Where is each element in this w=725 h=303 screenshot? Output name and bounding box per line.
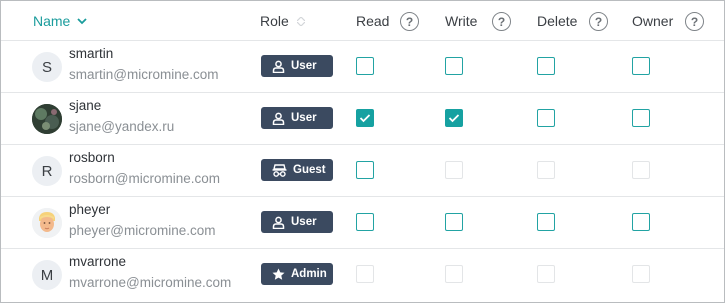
read-checkbox[interactable] — [356, 213, 374, 231]
owner-checkbox[interactable] — [632, 109, 650, 127]
write-help-icon[interactable]: ? — [492, 12, 511, 31]
role-badge[interactable]: Admin — [261, 263, 333, 285]
username: smartin — [69, 46, 114, 61]
user-email: smartin@micromine.com — [69, 67, 219, 82]
column-header-read: Read — [356, 13, 389, 29]
role-badge[interactable]: User — [261, 55, 333, 77]
avatar: M — [32, 260, 62, 290]
checkmark-icon — [359, 114, 371, 123]
column-read-label: Read — [356, 13, 390, 29]
username: rosborn — [69, 150, 115, 165]
user-email: pheyer@micromine.com — [69, 223, 216, 238]
person-icon — [272, 216, 285, 229]
avatar: R — [32, 156, 62, 186]
read-checkbox[interactable] — [356, 161, 374, 179]
read-checkbox — [356, 265, 374, 283]
avatar: S — [32, 52, 62, 82]
role-label: User — [291, 216, 317, 228]
user-email: rosborn@micromine.com — [69, 171, 220, 186]
column-header-name[interactable]: Name — [33, 13, 87, 29]
column-write-label: Write — [445, 13, 478, 29]
permissions-table: Name Role Read ? Write ? Delete ? Owner … — [0, 0, 725, 303]
column-delete-label: Delete — [537, 13, 578, 29]
write-checkbox[interactable] — [445, 109, 463, 127]
role-badge[interactable]: User — [261, 107, 333, 129]
table-row: sjane sjane@yandex.ru User — [1, 93, 724, 145]
owner-help-icon[interactable]: ? — [685, 12, 704, 31]
table-header: Name Role Read ? Write ? Delete ? Owner … — [1, 1, 724, 41]
write-checkbox[interactable] — [445, 57, 463, 75]
owner-checkbox — [632, 161, 650, 179]
role-label: Guest — [293, 164, 326, 176]
column-header-delete: Delete — [537, 13, 577, 29]
write-checkbox — [445, 265, 463, 283]
user-email: sjane@yandex.ru — [69, 119, 175, 134]
username: sjane — [69, 98, 102, 113]
column-owner-label: Owner — [632, 13, 674, 29]
role-label: User — [291, 112, 317, 124]
table-row: M mvarrone mvarrone@micromine.com Admin — [1, 249, 724, 301]
delete-checkbox — [537, 161, 555, 179]
role-badge[interactable]: User — [261, 211, 333, 233]
delete-checkbox[interactable] — [537, 57, 555, 75]
delete-checkbox[interactable] — [537, 213, 555, 231]
role-badge[interactable]: Guest — [261, 159, 333, 181]
sort-unsorted-icon — [296, 16, 305, 26]
column-role-label: Role — [260, 13, 289, 29]
table-row: S smartin smartin@micromine.com User — [1, 41, 724, 93]
table-row: pheyer pheyer@micromine.com User — [1, 197, 724, 249]
avatar — [32, 208, 62, 238]
user-email: mvarrone@micromine.com — [69, 275, 232, 290]
sort-descending-icon — [77, 18, 87, 25]
column-header-write: Write — [445, 13, 477, 29]
write-checkbox — [445, 161, 463, 179]
incognito-icon — [272, 163, 287, 177]
person-icon — [272, 112, 285, 125]
column-name-label: Name — [33, 13, 71, 29]
avatar — [32, 104, 62, 134]
role-label: User — [291, 60, 317, 72]
owner-checkbox — [632, 265, 650, 283]
owner-checkbox[interactable] — [632, 213, 650, 231]
read-checkbox[interactable] — [356, 109, 374, 127]
username: pheyer — [69, 202, 111, 217]
star-icon — [272, 268, 285, 280]
owner-checkbox[interactable] — [632, 57, 650, 75]
read-checkbox[interactable] — [356, 57, 374, 75]
person-icon — [272, 60, 285, 73]
column-header-role[interactable]: Role — [260, 13, 305, 29]
delete-checkbox — [537, 265, 555, 283]
write-checkbox[interactable] — [445, 213, 463, 231]
delete-checkbox[interactable] — [537, 109, 555, 127]
read-help-icon[interactable]: ? — [400, 12, 419, 31]
username: mvarrone — [69, 254, 127, 269]
photo-avatar-image — [32, 104, 62, 134]
checkmark-icon — [448, 114, 460, 123]
role-label: Admin — [291, 268, 327, 280]
delete-help-icon[interactable]: ? — [589, 12, 608, 31]
cartoon-avatar-image — [32, 208, 62, 238]
column-header-owner: Owner — [632, 13, 673, 29]
table-row: R rosborn rosborn@micromine.com Guest — [1, 145, 724, 197]
